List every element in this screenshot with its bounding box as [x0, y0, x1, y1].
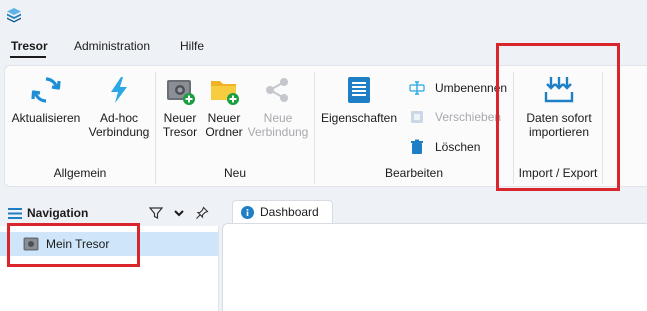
active-menu-underline — [10, 56, 46, 58]
filter-icon[interactable] — [149, 206, 163, 220]
adhoc-label-line1: Ad-hoc — [99, 111, 139, 125]
new-folder-label-line2: Ordner — [205, 125, 243, 139]
new-connection-label-line1: Neue — [263, 111, 293, 125]
ribbon-group-neu: Neuer Tresor Neuer Ordner Neue Verbindun… — [156, 66, 314, 186]
group-label-allgemein: Allgemein — [53, 166, 107, 180]
vault-add-icon — [167, 80, 195, 105]
new-folder-label-line1: Neuer — [207, 111, 241, 125]
navigation-title: Navigation — [27, 206, 89, 220]
group-label-neu: Neu — [223, 166, 246, 180]
move-icon — [411, 111, 423, 123]
properties-icon — [348, 77, 370, 103]
menu-administration[interactable]: Administration — [74, 39, 150, 53]
new-vault-label-line2: Tresor — [162, 125, 198, 139]
rename-button[interactable]: Umbenennen — [409, 78, 507, 98]
new-connection-button[interactable]: Neue Verbindung — [245, 74, 311, 139]
info-icon — [241, 205, 254, 219]
group-label-bearbeiten: Bearbeiten — [384, 166, 444, 180]
tab-dashboard-label: Dashboard — [260, 205, 319, 219]
refresh-button[interactable]: Aktualisieren — [9, 74, 83, 125]
new-vault-label-line1: Neuer — [163, 111, 197, 125]
trash-icon — [411, 139, 423, 154]
refresh-icon — [31, 77, 61, 103]
ribbon-group-bearbeiten: Eigenschaften Umbenennen Verschieben Lös… — [315, 66, 513, 186]
hamburger-icon[interactable] — [8, 208, 22, 219]
app-logo-icon — [7, 8, 21, 23]
folder-add-icon — [211, 81, 239, 105]
new-connection-label-line2: Verbindung — [247, 125, 309, 139]
highlight-box-import — [496, 43, 620, 191]
refresh-button-label: Aktualisieren — [11, 111, 81, 125]
new-vault-button[interactable]: Neuer Tresor — [158, 74, 202, 139]
dashboard-content — [222, 223, 647, 311]
properties-label: Eigenschaften — [320, 111, 398, 125]
share-nodes-icon — [266, 78, 288, 102]
new-folder-button[interactable]: Neuer Ordner — [202, 74, 246, 139]
highlight-box-mein-tresor — [7, 223, 140, 267]
delete-label: Löschen — [435, 140, 481, 154]
document-area: Dashboard — [222, 200, 647, 311]
adhoc-label-line2: Verbindung — [88, 125, 150, 139]
menu-hilfe[interactable]: Hilfe — [180, 39, 204, 53]
ribbon-group-allgemein: Aktualisieren Ad-hoc Verbindung Allgemei… — [5, 66, 155, 186]
lightning-icon — [111, 77, 127, 103]
menu-tresor[interactable]: Tresor — [11, 39, 48, 53]
rename-icon — [409, 81, 425, 95]
move-label: Verschieben — [435, 110, 502, 124]
adhoc-connection-button[interactable]: Ad-hoc Verbindung — [87, 74, 151, 139]
delete-button[interactable]: Löschen — [409, 137, 480, 157]
tab-dashboard[interactable]: Dashboard — [232, 200, 333, 223]
chevron-down-icon[interactable] — [172, 206, 186, 220]
properties-button[interactable]: Eigenschaften — [320, 74, 398, 125]
pin-icon[interactable] — [195, 206, 209, 220]
move-button[interactable]: Verschieben — [409, 107, 501, 127]
